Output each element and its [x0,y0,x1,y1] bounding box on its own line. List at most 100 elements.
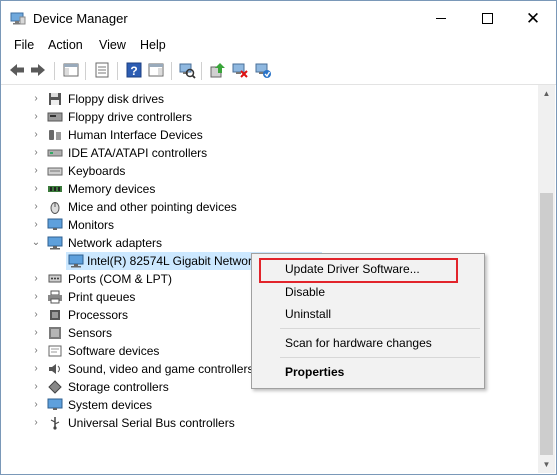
mouse-icon [50,202,60,214]
back-arrow-icon[interactable] [8,61,26,79]
tree-item-floppy-disk-drives[interactable]: › Floppy disk drives [2,90,538,108]
tree-item-label: Sound, video and game controllers [68,362,254,376]
device-manager-window: Device Manager ✕ File Action View Help ?… [0,0,557,475]
disable-device-icon[interactable] [231,61,249,79]
close-button[interactable]: ✕ [510,1,556,36]
menu-item-label: Disable [285,285,326,299]
toolbar-separator [201,62,202,80]
tree-item-label: Floppy disk drives [68,92,165,106]
tree-item-floppy-drive-controllers[interactable]: › Floppy drive controllers [2,108,538,126]
menu-action[interactable]: Action [48,38,83,52]
expand-arrow-icon[interactable]: › [31,360,41,378]
tree-item-human-interface-devices[interactable]: › Human Interface Devices [2,126,538,144]
title-bar[interactable]: Device Manager ✕ [1,1,556,36]
menu-item-label: Uninstall [285,307,332,321]
expand-arrow-icon[interactable]: › [31,162,41,180]
tree-item-label: Human Interface Devices [68,128,203,142]
monitor-icon [47,218,63,230]
floppy-controller-icon [47,112,63,122]
hid-icon [49,130,61,140]
tree-item-monitors[interactable]: › Monitors [2,216,538,234]
tree-item-label: IDE ATA/ATAPI controllers [68,146,208,160]
menu-item-scan-hardware[interactable]: Scan for hardware changes [252,332,484,354]
menu-help[interactable]: Help [140,38,166,52]
expand-arrow-icon[interactable]: › [31,342,41,360]
menu-bar: File Action View Help [1,36,556,56]
tree-item-label: Software devices [68,344,160,358]
device-manager-icon [10,12,26,25]
expand-arrow-icon[interactable]: › [31,324,41,342]
scan-hardware-icon[interactable] [178,61,196,79]
minimize-button[interactable] [418,1,464,36]
tree-item-network-adapters[interactable]: ⌄ Network adapters [2,234,538,252]
expand-arrow-icon[interactable]: › [31,126,41,144]
tree-item-system-devices[interactable]: › System devices [2,396,538,414]
tree-item-memory-devices[interactable]: › Memory devices [2,180,538,198]
menu-separator [280,328,480,329]
window-title: Device Manager [33,11,128,26]
expand-arrow-icon[interactable]: › [31,108,41,126]
expand-arrow-icon[interactable]: › [31,306,41,324]
keyboard-icon [47,167,63,176]
tree-item-label: Monitors [68,218,115,232]
sound-icon [49,364,60,374]
menu-item-properties[interactable]: Properties [252,361,484,383]
software-device-icon [48,345,62,357]
tree-item-label: Sensors [68,326,113,340]
expand-arrow-icon[interactable]: › [31,270,41,288]
tree-item-label: Keyboards [68,164,126,178]
menu-item-update-driver[interactable]: Update Driver Software... [252,258,484,280]
tree-item-label: Mice and other pointing devices [68,200,237,214]
scroll-down-icon[interactable]: ▼ [538,456,555,473]
tree-item-label: Network adapters [68,236,163,250]
tree-item-ide-ata-atapi-controllers[interactable]: › IDE ATA/ATAPI controllers [2,144,538,162]
tree-item-label: Floppy drive controllers [68,110,193,124]
menu-item-disable[interactable]: Disable [252,281,484,303]
menu-view[interactable]: View [99,38,126,52]
menu-file[interactable]: File [14,38,34,52]
toolbar-separator [171,62,172,80]
toolbar-separator [85,62,86,80]
menu-item-uninstall[interactable]: Uninstall [252,303,484,325]
printer-icon [48,290,62,304]
expand-arrow-icon[interactable]: › [31,396,41,414]
sensor-icon [49,327,61,339]
usb-icon [50,417,60,430]
close-icon: ✕ [525,9,541,28]
toolbar: ? [1,58,556,85]
tree-item-keyboards[interactable]: › Keyboards [2,162,538,180]
ports-icon [48,274,62,283]
forward-arrow-icon[interactable] [29,61,47,79]
tree-item-label: Memory devices [68,182,156,196]
network-adapter-icon [47,236,63,250]
expand-arrow-icon[interactable]: › [31,216,41,234]
tree-item-label: System devices [68,398,153,412]
expand-arrow-icon[interactable]: › [31,144,41,162]
expand-arrow-icon[interactable]: › [31,414,41,432]
tree-item-mice-pointing-devices[interactable]: › Mice and other pointing devices [2,198,538,216]
menu-item-label: Update Driver Software... [285,262,420,276]
expand-arrow-icon[interactable]: › [31,198,41,216]
scrollbar-thumb[interactable] [540,193,553,455]
minimize-icon [436,18,446,19]
help-icon[interactable]: ? [125,61,143,79]
update-driver-icon[interactable] [209,61,227,79]
tree-item-usb-controllers[interactable]: › Universal Serial Bus controllers [2,414,538,432]
scroll-up-icon[interactable]: ▲ [538,85,555,102]
expand-arrow-icon[interactable]: › [31,288,41,306]
vertical-scrollbar[interactable]: ▲ ▼ [538,85,555,473]
menu-item-label: Properties [285,365,345,379]
toolbar-separator [117,62,118,80]
maximize-button[interactable] [464,1,510,36]
show-hide-action-pane-icon[interactable] [147,61,165,79]
system-device-icon [47,398,63,410]
tree-item-label: Ports (COM & LPT) [68,272,173,286]
collapse-arrow-icon[interactable]: ⌄ [31,234,41,252]
show-hide-console-tree-icon[interactable] [62,61,80,79]
toolbar-separator [54,62,55,80]
expand-arrow-icon[interactable]: › [31,180,41,198]
expand-arrow-icon[interactable]: › [31,378,41,396]
expand-arrow-icon[interactable]: › [31,90,41,108]
uninstall-device-icon[interactable] [254,61,272,79]
properties-icon[interactable] [93,61,111,79]
